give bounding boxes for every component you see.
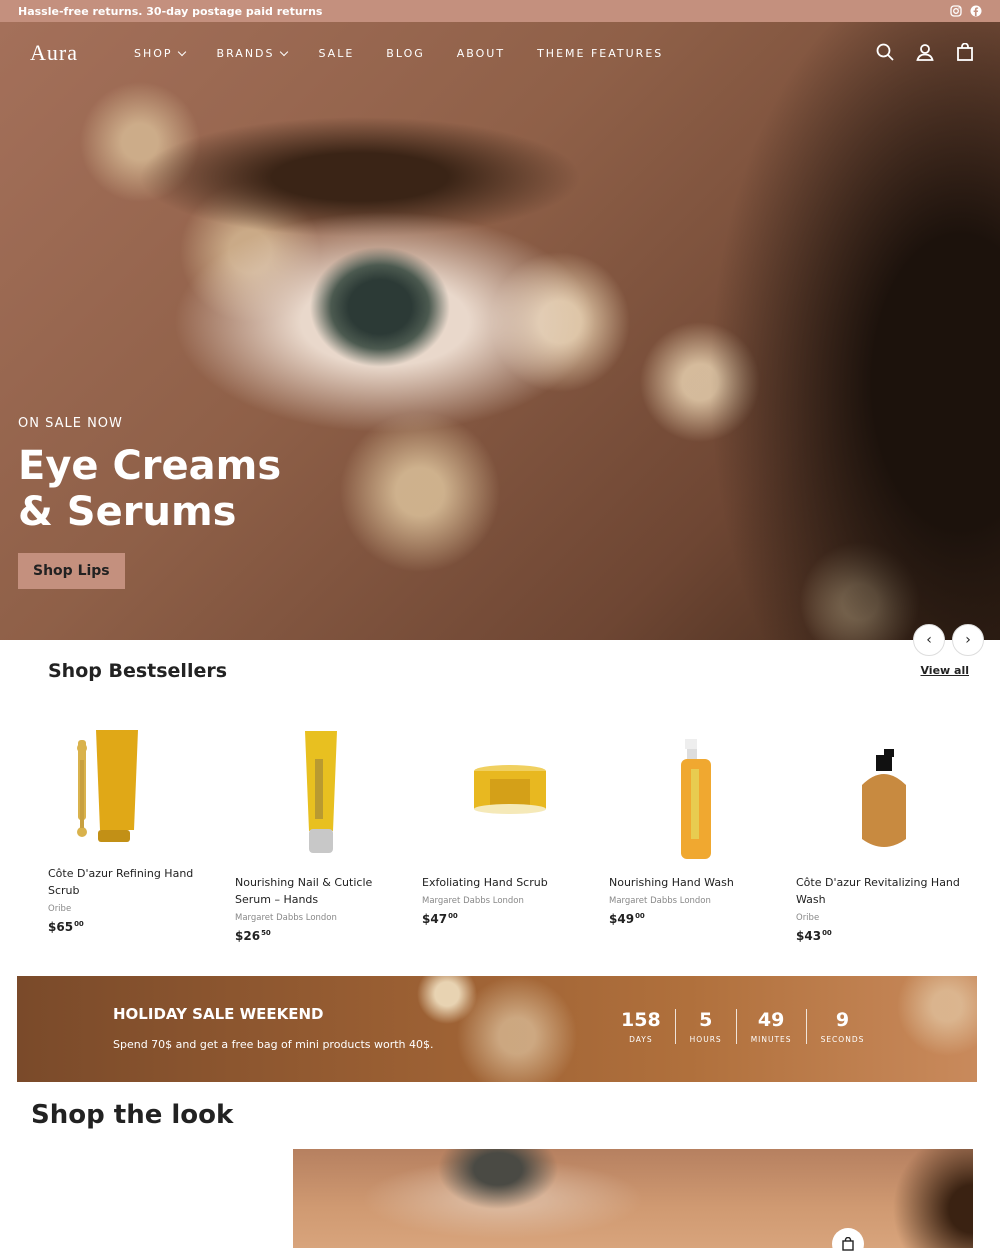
nav-item-sale[interactable]: SALE xyxy=(319,47,355,60)
product-name[interactable]: Nourishing Nail & Cuticle Serum – Hands xyxy=(235,874,410,908)
product-brand: Margaret Dabbs London xyxy=(422,896,524,906)
product-card[interactable]: Côte D'azur Revitalizing Hand Wash Oribe… xyxy=(796,720,983,943)
price-cents: 00 xyxy=(635,912,645,920)
product-price: $4700 xyxy=(422,912,597,926)
chevron-right-icon: › xyxy=(965,632,971,648)
bestsellers-title: Shop Bestsellers xyxy=(48,660,228,682)
pump-bottle-image xyxy=(681,739,711,859)
product-brand: Margaret Dabbs London xyxy=(235,913,337,923)
promo-subtitle: Spend 70$ and get a free bag of mini pro… xyxy=(113,1038,434,1051)
carousel-next-button[interactable]: › xyxy=(952,624,984,656)
tube-image xyxy=(77,730,138,842)
nav-label: SHOP xyxy=(134,46,173,60)
product-card[interactable]: Exfoliating Hand Scrub Margaret Dabbs Lo… xyxy=(422,720,609,943)
product-name[interactable]: Exfoliating Hand Scrub xyxy=(422,874,597,891)
product-brand: Oribe xyxy=(796,913,820,923)
countdown-value: 5 xyxy=(699,1009,713,1031)
cart-icon[interactable] xyxy=(956,42,974,65)
product-image[interactable] xyxy=(48,720,223,865)
countdown-days: 158 DAYS xyxy=(607,1009,675,1044)
product-price: $4900 xyxy=(609,912,784,926)
product-grid: Côte D'azur Refining Hand Scrub Oribe $6… xyxy=(48,720,978,943)
announcement-text: Hassle-free returns. 30-day postage paid… xyxy=(18,4,323,18)
price-whole: $49 xyxy=(609,912,635,926)
product-price: $2650 xyxy=(235,929,410,943)
product-brand: Oribe xyxy=(48,904,72,914)
main-nav: Aura SHOP BRANDS SALE BLOG ABOUT THEME F… xyxy=(0,22,1000,84)
product-image[interactable] xyxy=(235,729,410,874)
price-cents: 50 xyxy=(261,929,271,937)
promo-title: HOLIDAY SALE WEEKEND xyxy=(113,1005,324,1023)
countdown-value: 49 xyxy=(757,1009,785,1031)
price-whole: $43 xyxy=(796,929,822,943)
product-image[interactable] xyxy=(796,729,971,874)
shop-lips-button[interactable]: Shop Lips xyxy=(18,553,125,589)
product-hotspot-button[interactable] xyxy=(832,1228,864,1260)
chevron-left-icon: ‹ xyxy=(926,632,932,648)
nav-item-about[interactable]: ABOUT xyxy=(457,47,505,60)
countdown-seconds: 9 SECONDS xyxy=(805,1009,879,1044)
countdown-label: DAYS xyxy=(629,1035,653,1044)
product-name[interactable]: Côte D'azur Revitalizing Hand Wash xyxy=(796,874,971,908)
product-name[interactable]: Côte D'azur Refining Hand Scrub xyxy=(48,865,223,899)
countdown-value: 9 xyxy=(835,1009,850,1031)
price-whole: $47 xyxy=(422,912,448,926)
countdown-minutes: 49 MINUTES xyxy=(735,1009,806,1044)
announcement-bar: Hassle-free returns. 30-day postage paid… xyxy=(0,0,1000,22)
product-card[interactable]: Côte D'azur Refining Hand Scrub Oribe $6… xyxy=(48,720,235,943)
account-icon[interactable] xyxy=(916,43,934,65)
serum-tube-image xyxy=(305,731,337,853)
product-brand: Margaret Dabbs London xyxy=(609,896,711,906)
shopping-bag-icon xyxy=(842,1237,854,1251)
nav-item-blog[interactable]: BLOG xyxy=(386,47,424,60)
nav-item-brands[interactable]: BRANDS xyxy=(216,46,288,60)
product-image[interactable] xyxy=(422,729,597,874)
search-icon[interactable] xyxy=(876,43,894,65)
product-name[interactable]: Nourishing Hand Wash xyxy=(609,874,784,891)
countdown-value: 158 xyxy=(621,1009,661,1031)
price-whole: $65 xyxy=(48,920,74,934)
hero-content: ON SALE NOW Eye Creams & Serums Shop Lip… xyxy=(18,416,318,589)
countdown-label: HOURS xyxy=(689,1035,722,1044)
product-image[interactable] xyxy=(609,729,784,874)
facebook-icon[interactable] xyxy=(970,5,982,17)
product-card[interactable]: Nourishing Nail & Cuticle Serum – Hands … xyxy=(235,720,422,943)
view-all-link[interactable]: View all xyxy=(920,664,969,677)
jar-image xyxy=(474,765,546,814)
shop-the-look-title: Shop the look xyxy=(31,1100,234,1130)
price-whole: $26 xyxy=(235,929,261,943)
hero-eyebrow: ON SALE NOW xyxy=(18,416,123,431)
nav-item-shop[interactable]: SHOP xyxy=(134,46,186,60)
countdown-hours: 5 HOURS xyxy=(674,1009,736,1044)
product-price: $6500 xyxy=(48,920,223,934)
countdown-label: MINUTES xyxy=(750,1035,792,1044)
logo[interactable]: Aura xyxy=(30,40,134,66)
promo-banner: HOLIDAY SALE WEEKEND Spend 70$ and get a… xyxy=(17,976,977,1082)
instagram-icon[interactable] xyxy=(950,5,962,17)
price-cents: 00 xyxy=(822,929,832,937)
shop-the-look-image xyxy=(293,1149,973,1248)
countdown-timer: 158 DAYS 5 HOURS 49 MINUTES 9 SECONDS xyxy=(607,1009,878,1044)
price-cents: 00 xyxy=(448,912,458,920)
carousel-prev-button[interactable]: ‹ xyxy=(913,624,945,656)
wash-bottle-image xyxy=(862,749,906,847)
countdown-label: SECONDS xyxy=(820,1035,865,1044)
nav-label: BRANDS xyxy=(216,46,275,60)
product-price: $4300 xyxy=(796,929,971,943)
chevron-down-icon xyxy=(177,47,186,56)
product-card[interactable]: Nourishing Hand Wash Margaret Dabbs Lond… xyxy=(609,720,796,943)
chevron-down-icon xyxy=(279,47,288,56)
nav-item-theme-features[interactable]: THEME FEATURES xyxy=(537,47,663,60)
hero-title: Eye Creams & Serums xyxy=(18,443,282,535)
price-cents: 00 xyxy=(74,920,84,928)
